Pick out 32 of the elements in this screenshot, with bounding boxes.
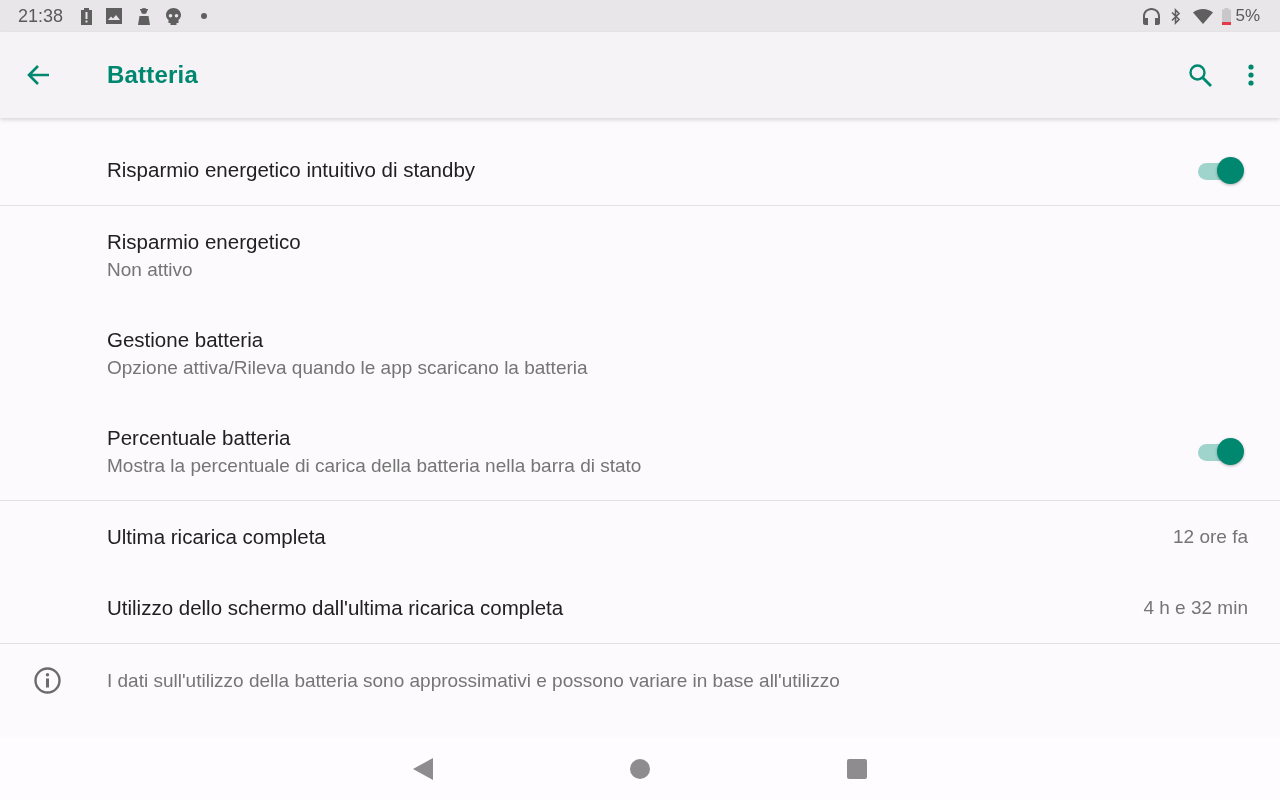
battery-percent: 5%: [1235, 6, 1260, 26]
bluetooth-icon: [1171, 7, 1182, 25]
status-time: 21:38: [18, 5, 64, 27]
footer-note: I dati sull'utilizzo della batteria sono approssimativi e possono variare in base all'utilizzo: [107, 669, 840, 692]
nav-recents-icon[interactable]: [847, 758, 867, 779]
back-arrow-icon[interactable]: [26, 64, 50, 86]
setting-value: 4 h e 32 min: [1143, 596, 1248, 619]
person-icon: [136, 7, 153, 25]
setting-title: Risparmio energetico: [107, 229, 301, 254]
setting-title: Risparmio energetico intuitivo di standby: [107, 157, 476, 182]
setting-title: Ultima ricarica completa: [107, 524, 326, 549]
toggle-switch[interactable]: [1196, 436, 1244, 466]
nav-home-icon[interactable]: [630, 758, 650, 779]
page-title: Batteria: [107, 61, 198, 89]
setting-title: Utilizzo dello schermo dall'ultima ricarica completa: [107, 595, 564, 620]
search-icon[interactable]: [1188, 63, 1212, 87]
setting-summary: Opzione attiva/Rileva quando le app scaricano la batteria: [107, 356, 588, 379]
skull-icon: [166, 7, 182, 25]
setting-title: Percentuale batteria: [107, 425, 291, 450]
dot-icon: [201, 13, 208, 19]
wifi-icon: [1193, 8, 1214, 24]
setting-title: Gestione batteria: [107, 327, 264, 352]
headphones-icon: [1143, 7, 1161, 25]
more-icon[interactable]: [1248, 64, 1254, 86]
setting-summary: Mostra la percentuale di carica della batteria nella barra di stato: [107, 454, 642, 477]
battery-icon: [1222, 7, 1232, 25]
image-icon: [106, 8, 123, 24]
nav-back-icon[interactable]: [413, 757, 433, 780]
battery-alert-icon: [81, 7, 93, 25]
info-icon: [34, 667, 61, 694]
setting-summary: Non attivo: [107, 258, 193, 281]
setting-value: 12 ore fa: [1173, 525, 1248, 548]
